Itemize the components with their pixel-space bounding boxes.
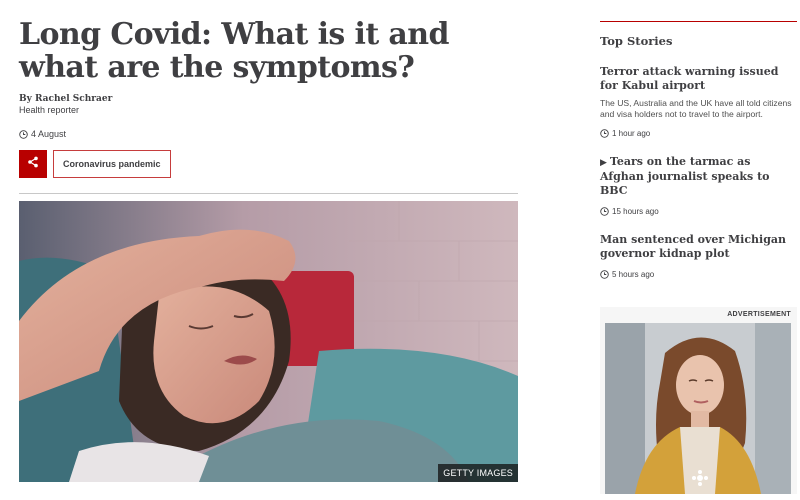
photo-credit: GETTY IMAGES	[438, 464, 518, 482]
divider	[19, 193, 518, 194]
story-item[interactable]: Terror attack warning issued for Kabul a…	[600, 65, 797, 138]
clock-icon	[600, 129, 609, 138]
advertisement[interactable]: ADVERTISEMENT	[600, 307, 797, 494]
play-icon: ▶	[600, 158, 607, 168]
advertisement-image[interactable]	[605, 323, 791, 494]
byline: By Rachel Schraer Health reporter	[19, 94, 518, 116]
story-title[interactable]: ▶ Tears on the tarmac as Afghan journalis…	[600, 155, 797, 198]
story-time-text: 1 hour ago	[612, 129, 651, 138]
top-stories-title: Top Stories	[600, 34, 673, 48]
hero-image: GETTY IMAGES	[19, 201, 518, 482]
article-headline: Long Covid: What is it and what are the …	[19, 17, 449, 85]
story-time-text: 15 hours ago	[612, 207, 659, 216]
topic-tag-coronavirus[interactable]: Coronavirus pandemic	[53, 150, 171, 178]
publish-date: 4 August	[19, 129, 518, 139]
story-time: 5 hours ago	[600, 270, 797, 279]
share-button[interactable]	[19, 150, 47, 178]
story-title-text: Tears on the tarmac as Afghan journalist…	[600, 155, 770, 197]
sidebar-rule	[600, 21, 797, 22]
article-actions: Coronavirus pandemic	[19, 150, 518, 178]
publish-date-text: 4 August	[31, 129, 67, 139]
top-stories-sidebar: Top Stories Terror attack warning issued…	[600, 21, 797, 279]
story-time-text: 5 hours ago	[612, 270, 655, 279]
advertisement-label: ADVERTISEMENT	[727, 311, 791, 318]
author-role: Health reporter	[19, 105, 80, 115]
clock-icon	[600, 207, 609, 216]
author-name[interactable]: By Rachel Schraer	[19, 94, 518, 105]
story-summary: The US, Australia and the UK have all to…	[600, 98, 792, 119]
story-title[interactable]: Terror attack warning issued for Kabul a…	[600, 65, 797, 93]
clock-icon	[19, 129, 28, 139]
story-title[interactable]: Man sentenced over Michigan governor kid…	[600, 233, 797, 261]
article-header: Long Covid: What is it and what are the …	[19, 18, 518, 194]
story-item[interactable]: Man sentenced over Michigan governor kid…	[600, 233, 797, 279]
story-item[interactable]: ▶ Tears on the tarmac as Afghan journalis…	[600, 155, 797, 216]
story-time: 15 hours ago	[600, 207, 797, 216]
story-time: 1 hour ago	[600, 129, 797, 138]
clock-icon	[600, 270, 609, 279]
share-icon	[27, 155, 39, 173]
